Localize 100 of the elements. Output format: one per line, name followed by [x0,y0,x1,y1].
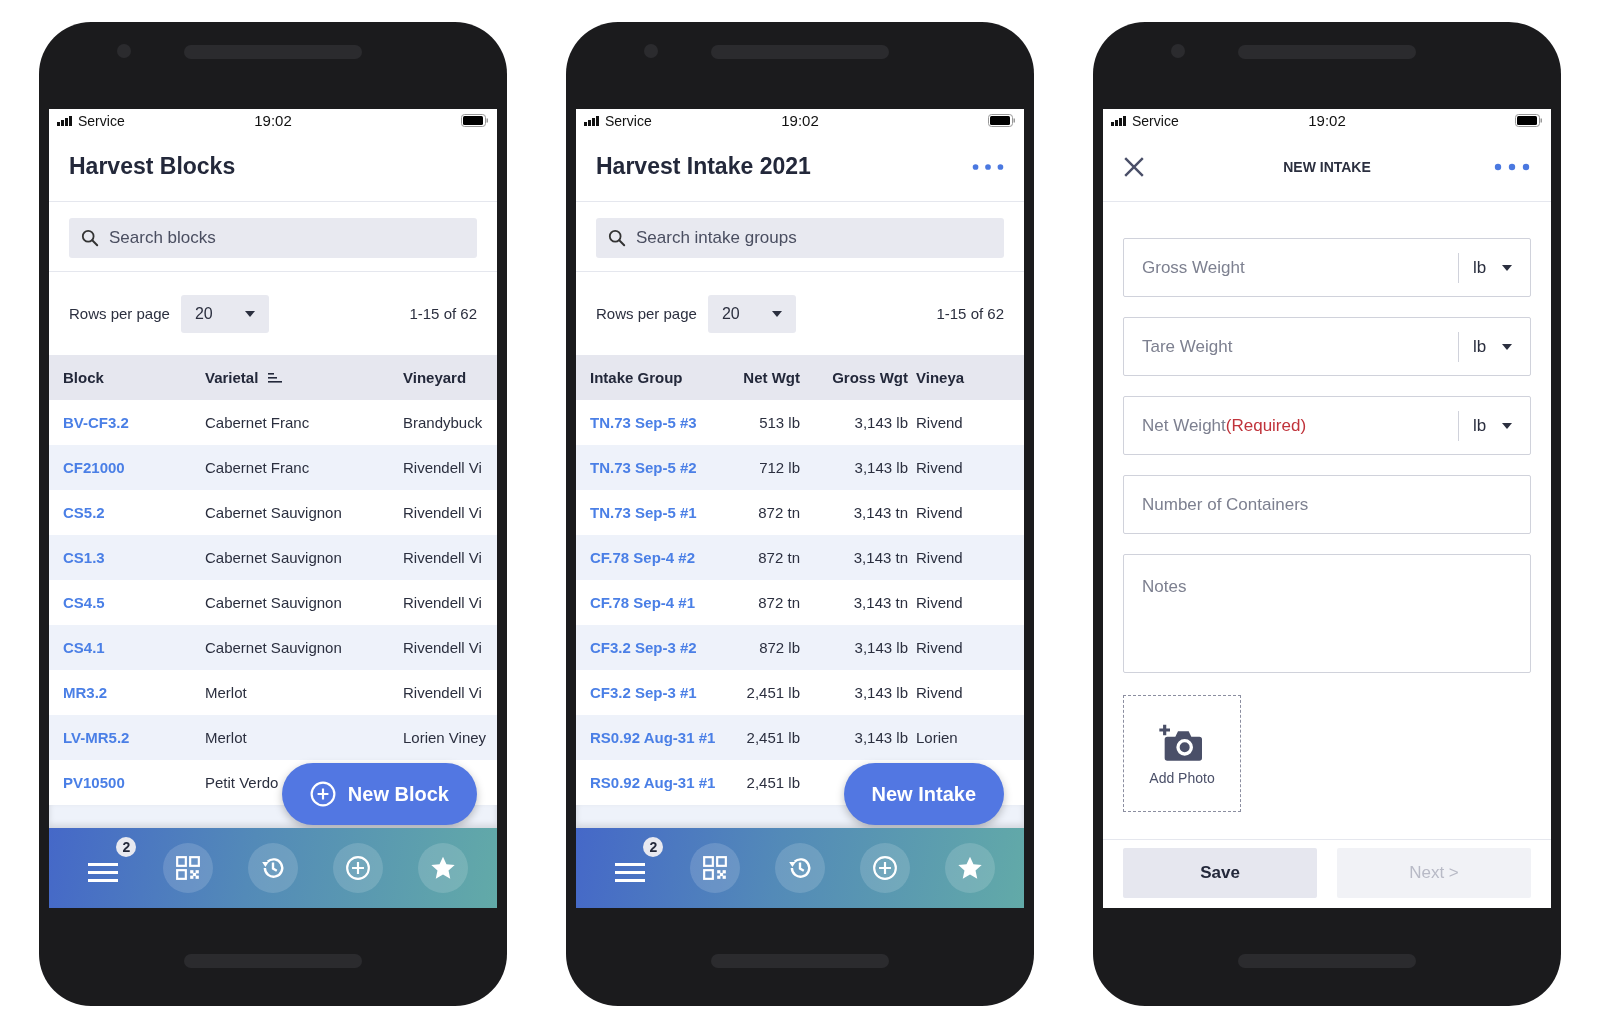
unit-dropdown[interactable]: lb [1458,410,1530,441]
column-header[interactable]: Gross Wgt [832,369,908,386]
table-cell: Rivendell Vi [403,549,482,566]
row-link[interactable]: CS4.1 [63,639,105,656]
caret-icon [771,311,782,317]
row-link[interactable]: CS5.2 [63,504,105,521]
table-cell: 872 tn [758,504,800,521]
table-cell: Cabernet Sauvignon [205,639,342,656]
rows-per-page-dropdown[interactable]: 20 [180,295,269,333]
row-link[interactable]: BV-CF3.2 [63,414,129,431]
table-cell: Rivend [916,414,963,431]
table-cell: Cabernet Franc [205,414,310,431]
column-header[interactable]: Vineyard [403,369,467,386]
search-field[interactable]: Search blocks [69,218,477,258]
column-header[interactable]: Block [63,369,104,386]
table-cell: Rivendell Vi [403,684,482,701]
table-cell: 2,451 lb [746,774,800,791]
row-link[interactable]: PV10500 [63,774,125,791]
input-field[interactable]: Notes [1123,554,1531,673]
signal-icon [1111,115,1127,126]
search-field[interactable]: Search intake groups [596,218,1004,258]
battery-icon [461,114,489,127]
add-icon[interactable] [344,855,371,881]
table-cell: 3,143 lb [854,639,908,656]
table-cell: 2,451 lb [746,729,800,746]
column-header[interactable]: Varietal [205,369,259,386]
column-header[interactable]: Intake Group [590,369,683,386]
page-title: Harvest Intake 2021 [596,153,811,180]
history-icon[interactable] [260,855,286,881]
row-link[interactable]: CF3.2 Sep-3 #1 [590,684,697,701]
caret-icon [1502,422,1512,429]
row-link[interactable]: TN.73 Sep-5 #3 [590,414,697,431]
table-cell: Rivendell Vi [403,459,482,476]
table-cell: Merlot [205,684,247,701]
close-icon[interactable] [1123,155,1145,178]
table-cell: 3,143 lb [854,414,908,431]
row-link[interactable]: CF.78 Sep-4 #1 [590,594,696,611]
sort-icon[interactable] [268,372,283,383]
row-link[interactable]: CF.78 Sep-4 #2 [590,549,696,566]
input-field[interactable]: Number of Containers [1123,475,1531,534]
row-link[interactable]: CS1.3 [63,549,105,566]
add-icon[interactable] [871,855,898,881]
notification-badge: 2 [116,837,137,857]
star-icon[interactable] [956,855,983,881]
new-item-button[interactable]: New Intake [843,763,1004,825]
qr-code-icon[interactable] [702,855,729,881]
caret-icon [1502,264,1512,271]
more-icon[interactable] [1493,162,1531,171]
page-title: NEW INTAKE [1283,158,1371,175]
table-cell: Rivend [916,459,963,476]
caret-icon [244,311,255,317]
page-title: Harvest Blocks [69,153,236,180]
unit-dropdown[interactable]: lb [1458,331,1530,362]
row-link[interactable]: CF21000 [63,459,125,476]
search-icon [608,229,626,247]
row-link[interactable]: RS0.92 Aug-31 #1 [590,729,716,746]
carrier-label: Service [1132,112,1179,129]
unit-dropdown[interactable]: lb [1458,252,1530,283]
rows-per-page-dropdown[interactable]: 20 [707,295,796,333]
table-cell: Merlot [205,729,247,746]
page-range: 1-15 of 62 [936,305,1004,322]
plus-circle-icon [309,781,336,807]
row-link[interactable]: TN.73 Sep-5 #2 [590,459,697,476]
input-field[interactable]: Net Weight(Required) lb [1123,396,1531,455]
table-cell: Rivendell Vi [403,594,482,611]
row-link[interactable]: RS0.92 Aug-31 #1 [590,774,716,791]
row-link[interactable]: TN.73 Sep-5 #1 [590,504,697,521]
table-cell: 712 lb [759,459,800,476]
form-button[interactable]: Save [1123,848,1317,898]
menu-icon[interactable] [88,861,119,883]
menu-icon[interactable] [615,861,646,883]
table-cell: Brandybuck [403,414,483,431]
rows-per-page-label: Rows per page [69,305,170,322]
table-cell: 3,143 lb [854,684,908,701]
clock-time: 19:02 [254,112,292,129]
battery-icon [1515,114,1543,127]
star-icon[interactable] [429,855,456,881]
column-header[interactable]: Net Wgt [743,369,800,386]
table-cell: 3,143 tn [853,504,908,521]
row-link[interactable]: CF3.2 Sep-3 #2 [590,639,697,656]
input-field[interactable]: Tare Weight lb [1123,317,1531,376]
signal-icon [57,115,73,126]
table-cell: 2,451 lb [746,684,800,701]
column-header[interactable]: Vineya [916,369,965,386]
history-icon[interactable] [787,855,813,881]
new-item-button[interactable]: New Block [281,763,477,825]
table-cell: 3,143 lb [854,729,908,746]
table-cell: Cabernet Sauvignon [205,504,342,521]
table-cell: 3,143 lb [854,459,908,476]
more-icon[interactable] [972,162,1004,171]
row-link[interactable]: CS4.5 [63,594,105,611]
table-cell: Cabernet Franc [205,459,310,476]
qr-code-icon[interactable] [175,855,202,881]
input-field[interactable]: Gross Weight lb [1123,238,1531,297]
notification-badge: 2 [643,837,664,857]
table-cell: Rivendell Vi [403,504,482,521]
table-cell: Rivend [916,639,963,656]
row-link[interactable]: MR3.2 [63,684,108,701]
row-link[interactable]: LV-MR5.2 [63,729,130,746]
add-photo-button[interactable]: Add Photo [1123,695,1241,812]
